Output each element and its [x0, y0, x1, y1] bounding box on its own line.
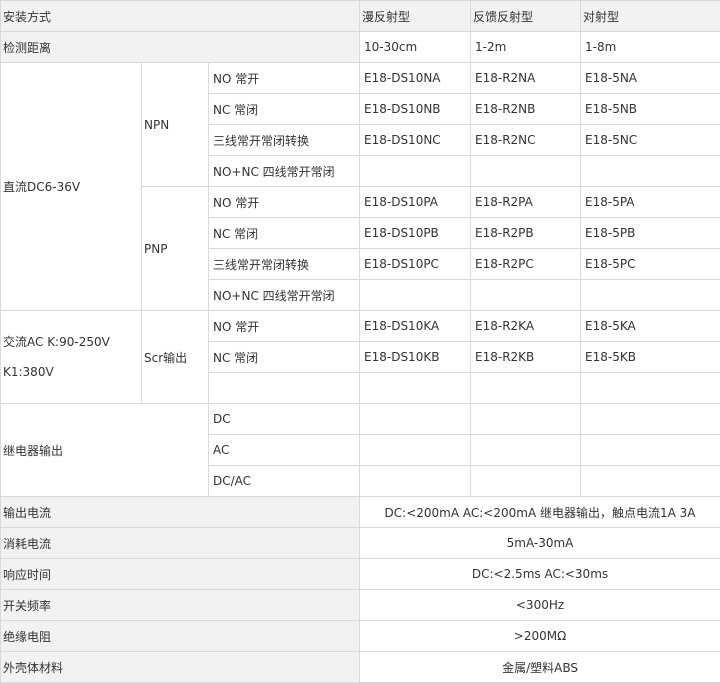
model-through [580, 372, 720, 404]
spec-label: 绝缘电阻 [0, 620, 361, 652]
model-retro: E18-R2KA [470, 310, 582, 342]
output-type [207, 372, 361, 404]
dc-voltage-label: 直流DC6-36V [0, 62, 142, 311]
distance-diffuse: 10-30cm [359, 31, 472, 63]
model-diffuse: E18-DS10NA [359, 62, 472, 94]
spec-label: 消耗电流 [0, 527, 361, 559]
table-row: 直流DC6-36V NPN NO 常开 E18-DS10NA E18-R2NA … [0, 62, 720, 311]
spec-row: 外壳体材料 金属/塑料ABS [0, 651, 720, 683]
spec-value: DC:<2.5ms AC:<30ms [359, 558, 720, 590]
spec-row: 开关频率 <300Hz [0, 589, 720, 621]
model-retro: E18-R2NB [470, 93, 582, 125]
model-retro: E18-R2KB [470, 341, 582, 373]
relay-output: DC [207, 403, 361, 435]
model-retro [470, 155, 582, 187]
spec-value: 5mA-30mA [359, 527, 720, 559]
output-type: NO+NC 四线常开常闭 [207, 279, 361, 311]
model-diffuse: E18-DS10PB [359, 217, 472, 249]
model-through: E18-5PC [580, 248, 720, 280]
model-diffuse: E18-DS10NB [359, 93, 472, 125]
spec-value: <300Hz [359, 589, 720, 621]
model-diffuse [359, 155, 472, 187]
model-diffuse: E18-DS10NC [359, 124, 472, 156]
output-type: NC 常闭 [207, 217, 361, 249]
scr-label: Scr输出 [141, 310, 209, 404]
ac-voltage-line1: 交流AC K:90-250V [3, 335, 110, 349]
model-diffuse [359, 434, 472, 466]
model-through [580, 434, 720, 466]
header-install-method: 安装方式 [0, 0, 361, 32]
model-retro [470, 279, 582, 311]
table-row: 继电器输出 DC [0, 403, 720, 497]
spec-label: 外壳体材料 [0, 651, 361, 683]
output-type: NO+NC 四线常开常闭 [207, 155, 361, 187]
relay-output: DC/AC [207, 465, 361, 497]
header-row: 安装方式 漫反射型 反馈反射型 对射型 [0, 0, 720, 32]
model-through [580, 155, 720, 187]
model-retro [470, 403, 582, 435]
model-retro [470, 372, 582, 404]
relay-label: 继电器输出 [0, 403, 209, 497]
pnp-label: PNP [141, 186, 209, 311]
model-diffuse: E18-DS10KA [359, 310, 472, 342]
output-type: NO 常开 [207, 310, 361, 342]
model-diffuse: E18-DS10PC [359, 248, 472, 280]
output-type: 三线常开常闭转换 [207, 124, 361, 156]
model-diffuse: E18-DS10PA [359, 186, 472, 218]
model-retro: E18-R2PC [470, 248, 582, 280]
model-through [580, 279, 720, 311]
distance-label: 检测距离 [0, 31, 361, 63]
npn-label: NPN [141, 62, 209, 187]
spec-value: DC:<200mA AC:<200mA 继电器输出，触点电流1A 3A [359, 496, 720, 528]
model-diffuse [359, 372, 472, 404]
model-through: E18-5NB [580, 93, 720, 125]
model-through: E18-5KB [580, 341, 720, 373]
model-through [580, 465, 720, 497]
output-type: 三线常开常闭转换 [207, 248, 361, 280]
spec-label: 开关频率 [0, 589, 361, 621]
distance-row: 检测距离 10-30cm 1-2m 1-8m [0, 31, 720, 63]
model-diffuse [359, 279, 472, 311]
model-retro [470, 465, 582, 497]
output-type: NO 常开 [207, 186, 361, 218]
relay-output: AC [207, 434, 361, 466]
model-through: E18-5KA [580, 310, 720, 342]
model-through: E18-5PB [580, 217, 720, 249]
spec-value: >200MΩ [359, 620, 720, 652]
output-type: NC 常闭 [207, 93, 361, 125]
model-through: E18-5NA [580, 62, 720, 94]
ac-voltage-line2: K1:380V [3, 365, 54, 379]
model-diffuse [359, 465, 472, 497]
model-retro: E18-R2PB [470, 217, 582, 249]
ac-voltage-label: 交流AC K:90-250V K1:380V [0, 310, 142, 404]
model-through [580, 403, 720, 435]
model-diffuse [359, 403, 472, 435]
model-retro: E18-R2NC [470, 124, 582, 156]
output-type: NC 常闭 [207, 341, 361, 373]
distance-through: 1-8m [580, 31, 720, 63]
spec-value: 金属/塑料ABS [359, 651, 720, 683]
model-through: E18-5PA [580, 186, 720, 218]
spec-label: 响应时间 [0, 558, 361, 590]
spec-label: 输出电流 [0, 496, 361, 528]
model-through: E18-5NC [580, 124, 720, 156]
table-row: 交流AC K:90-250V K1:380V Scr输出 NO 常开 E18-D… [0, 310, 720, 404]
spec-row: 绝缘电阻 >200MΩ [0, 620, 720, 652]
spec-row: 响应时间 DC:<2.5ms AC:<30ms [0, 558, 720, 590]
output-type: NO 常开 [207, 62, 361, 94]
model-retro: E18-R2NA [470, 62, 582, 94]
spec-table: 安装方式 漫反射型 反馈反射型 对射型 检测距离 10-30cm 1-2m 1-… [0, 0, 720, 683]
header-through: 对射型 [580, 0, 720, 32]
model-retro: E18-R2PA [470, 186, 582, 218]
spec-row: 输出电流 DC:<200mA AC:<200mA 继电器输出，触点电流1A 3A [0, 496, 720, 528]
model-retro [470, 434, 582, 466]
distance-retro: 1-2m [470, 31, 582, 63]
header-retro: 反馈反射型 [470, 0, 582, 32]
spec-row: 消耗电流 5mA-30mA [0, 527, 720, 559]
model-diffuse: E18-DS10KB [359, 341, 472, 373]
header-diffuse: 漫反射型 [359, 0, 472, 32]
